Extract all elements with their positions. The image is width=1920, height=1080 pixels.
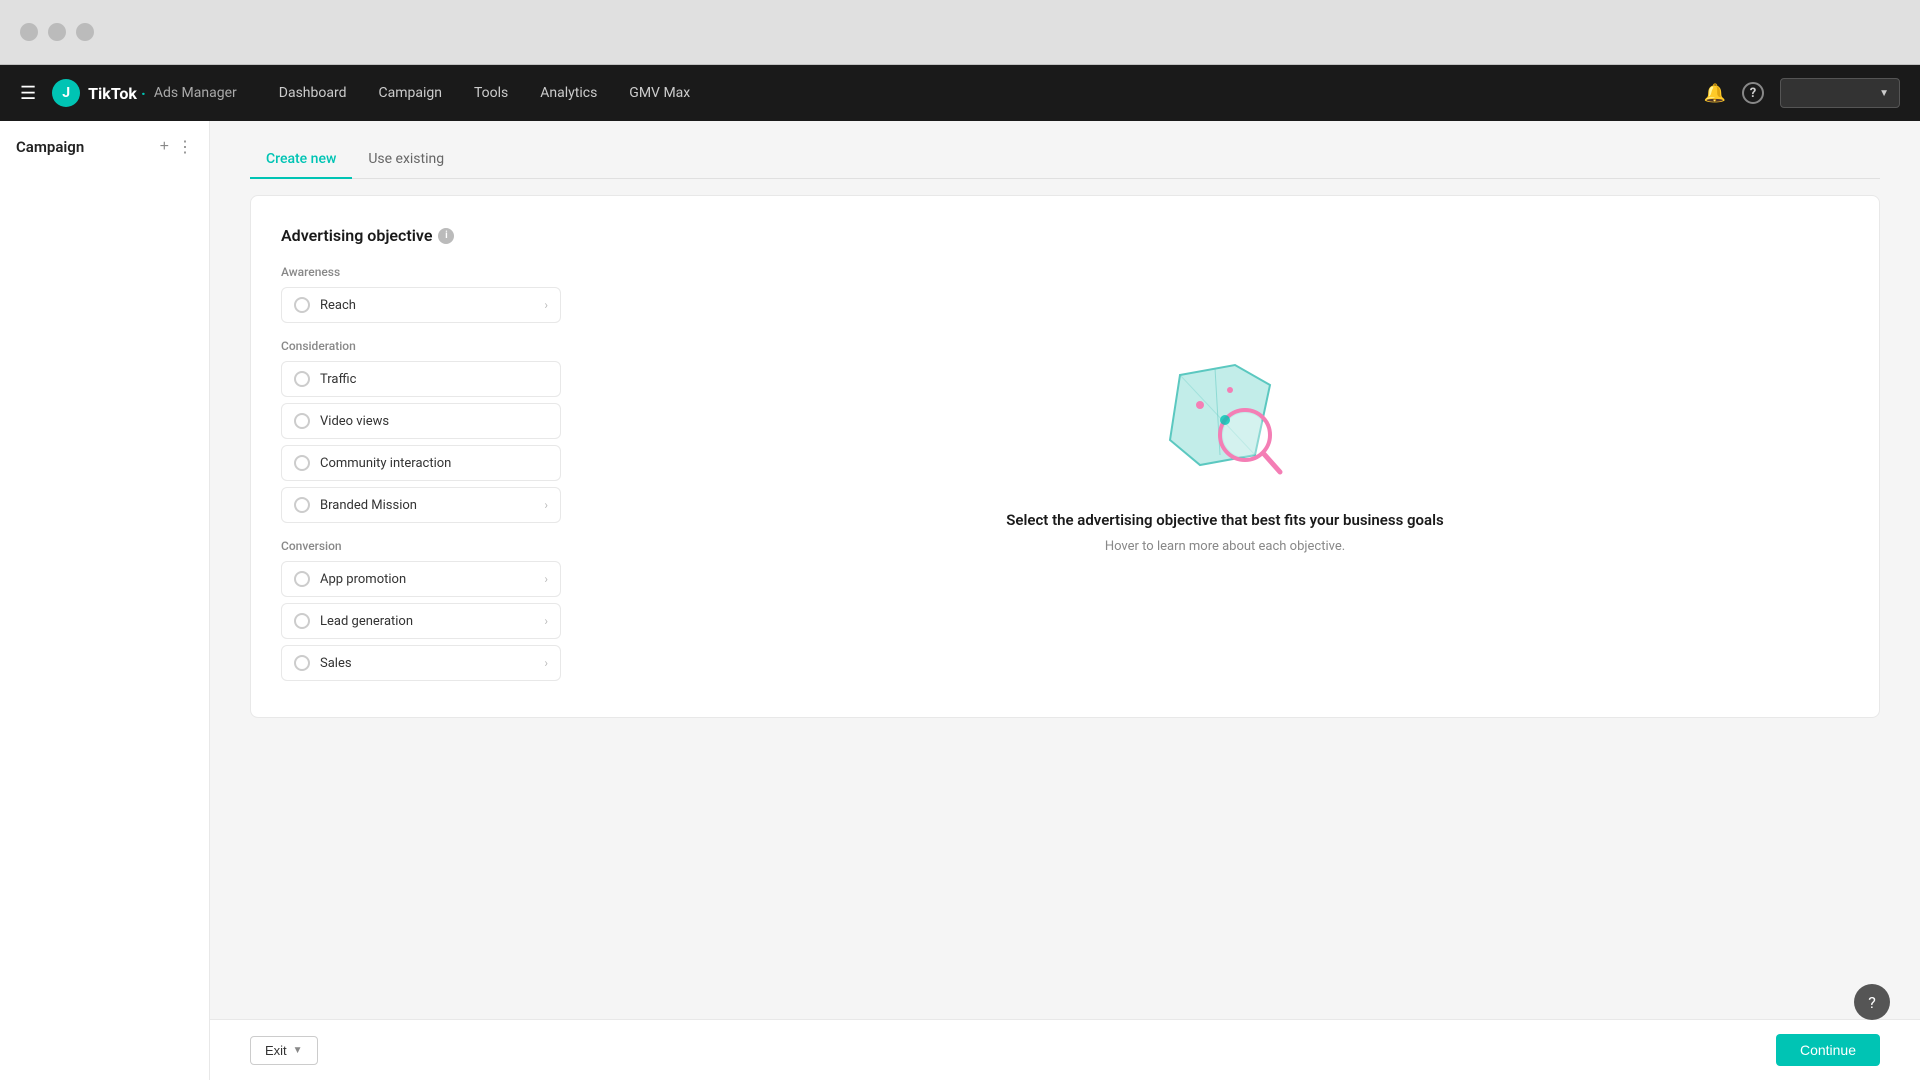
notification-icon[interactable]: 🔔 <box>1704 83 1726 104</box>
radio-app-promotion <box>294 571 310 587</box>
objective-traffic[interactable]: Traffic <box>281 361 561 397</box>
topnav-right: 🔔 ? ▼ <box>1704 78 1900 108</box>
continue-button[interactable]: Continue <box>1776 1034 1880 1066</box>
objective-traffic-label: Traffic <box>320 372 356 387</box>
nav-analytics[interactable]: Analytics <box>526 79 611 107</box>
topnav: ☰ J TikTok · Ads Manager Dashboard Campa… <box>0 65 1920 121</box>
content-area: Create new Use existing Advertising obje… <box>210 121 1920 1080</box>
objective-lead-generation-label: Lead generation <box>320 614 413 629</box>
topnav-nav: Dashboard Campaign Tools Analytics GMV M… <box>265 79 1696 107</box>
chevron-reach: › <box>544 298 548 312</box>
objective-branded-mission-label: Branded Mission <box>320 498 417 513</box>
radio-traffic <box>294 371 310 387</box>
tab-use-existing[interactable]: Use existing <box>352 141 460 179</box>
sidebar-add-button[interactable]: + <box>160 137 169 157</box>
sidebar-more-button[interactable]: ⋮ <box>177 137 193 157</box>
exit-chevron-icon: ▼ <box>293 1045 303 1056</box>
browser-chrome <box>0 0 1920 65</box>
sidebar-title: Campaign <box>16 138 84 156</box>
chevron-app-promotion: › <box>544 572 548 586</box>
radio-branded-mission <box>294 497 310 513</box>
info-illustration <box>1160 360 1290 490</box>
help-fab-button[interactable]: ? <box>1854 984 1890 1020</box>
card-content: Advertising objective i Awareness Reach <box>281 226 1849 687</box>
avatar: J <box>52 79 80 107</box>
brand-dot: · <box>141 84 146 103</box>
browser-dot-green <box>76 23 94 41</box>
chevron-branded-mission: › <box>544 498 548 512</box>
objective-app-promotion-left: App promotion <box>294 571 406 587</box>
info-subtext: Hover to learn more about each objective… <box>1105 539 1345 554</box>
objective-sales[interactable]: Sales › <box>281 645 561 681</box>
sidebar-actions: + ⋮ <box>160 137 193 157</box>
main-layout: Campaign + ⋮ Create new Use existing <box>0 121 1920 1080</box>
objective-reach-left: Reach <box>294 297 356 313</box>
info-icon[interactable]: i <box>438 228 454 244</box>
objective-branded-mission[interactable]: Branded Mission › <box>281 487 561 523</box>
exit-label: Exit <box>265 1043 287 1058</box>
radio-community-interaction <box>294 455 310 471</box>
hamburger-icon[interactable]: ☰ <box>20 83 36 104</box>
tabs: Create new Use existing <box>250 141 1880 179</box>
nav-dashboard[interactable]: Dashboard <box>265 79 361 107</box>
objective-lead-generation-left: Lead generation <box>294 613 413 629</box>
objective-app-promotion-label: App promotion <box>320 572 406 587</box>
page-content: Create new Use existing Advertising obje… <box>210 121 1920 1019</box>
objective-sales-label: Sales <box>320 656 352 671</box>
logo-wrapper: J TikTok · Ads Manager <box>52 79 237 107</box>
radio-lead-generation <box>294 613 310 629</box>
objective-reach[interactable]: Reach › <box>281 287 561 323</box>
objective-sales-left: Sales <box>294 655 352 671</box>
radio-reach <box>294 297 310 313</box>
help-icon[interactable]: ? <box>1742 82 1764 104</box>
tab-create-new[interactable]: Create new <box>250 141 352 179</box>
bottom-bar: Exit ▼ Continue <box>210 1019 1920 1080</box>
objective-video-views[interactable]: Video views <box>281 403 561 439</box>
dropdown-chevron: ▼ <box>1879 88 1889 99</box>
info-heading: Select the advertising objective that be… <box>1006 510 1443 531</box>
objective-video-views-left: Video views <box>294 413 389 429</box>
brand-adsmanager: Ads Manager <box>154 85 237 101</box>
sidebar: Campaign + ⋮ <box>0 121 210 1080</box>
section-title: Advertising objective i <box>281 226 561 245</box>
chevron-lead-generation: › <box>544 614 548 628</box>
objective-community-interaction-left: Community interaction <box>294 455 451 471</box>
objective-community-interaction-label: Community interaction <box>320 456 451 471</box>
objectives-panel: Advertising objective i Awareness Reach <box>281 226 561 687</box>
objective-community-interaction[interactable]: Community interaction <box>281 445 561 481</box>
section-title-text: Advertising objective <box>281 226 432 245</box>
category-conversion: Conversion <box>281 539 561 553</box>
objective-reach-label: Reach <box>320 298 356 313</box>
radio-sales <box>294 655 310 671</box>
objective-traffic-left: Traffic <box>294 371 356 387</box>
app: ☰ J TikTok · Ads Manager Dashboard Campa… <box>0 65 1920 1080</box>
nav-tools[interactable]: Tools <box>460 79 522 107</box>
category-consideration: Consideration <box>281 339 561 353</box>
nav-gmvmax[interactable]: GMV Max <box>615 79 704 107</box>
account-dropdown[interactable]: ▼ <box>1780 78 1900 108</box>
objective-video-views-label: Video views <box>320 414 389 429</box>
browser-dot-red <box>20 23 38 41</box>
objective-app-promotion[interactable]: App promotion › <box>281 561 561 597</box>
sidebar-header: Campaign + ⋮ <box>0 137 209 169</box>
exit-button[interactable]: Exit ▼ <box>250 1036 318 1065</box>
chevron-sales: › <box>544 656 548 670</box>
campaign-card: Advertising objective i Awareness Reach <box>250 195 1880 718</box>
category-awareness: Awareness <box>281 265 561 279</box>
objective-branded-mission-left: Branded Mission <box>294 497 417 513</box>
brand-tiktok: TikTok <box>88 84 137 103</box>
nav-campaign[interactable]: Campaign <box>364 79 455 107</box>
radio-video-views <box>294 413 310 429</box>
browser-dot-yellow <box>48 23 66 41</box>
info-panel: Select the advertising objective that be… <box>601 226 1849 687</box>
brand: TikTok · Ads Manager <box>88 84 237 103</box>
objective-lead-generation[interactable]: Lead generation › <box>281 603 561 639</box>
illustration-svg <box>1160 360 1290 480</box>
